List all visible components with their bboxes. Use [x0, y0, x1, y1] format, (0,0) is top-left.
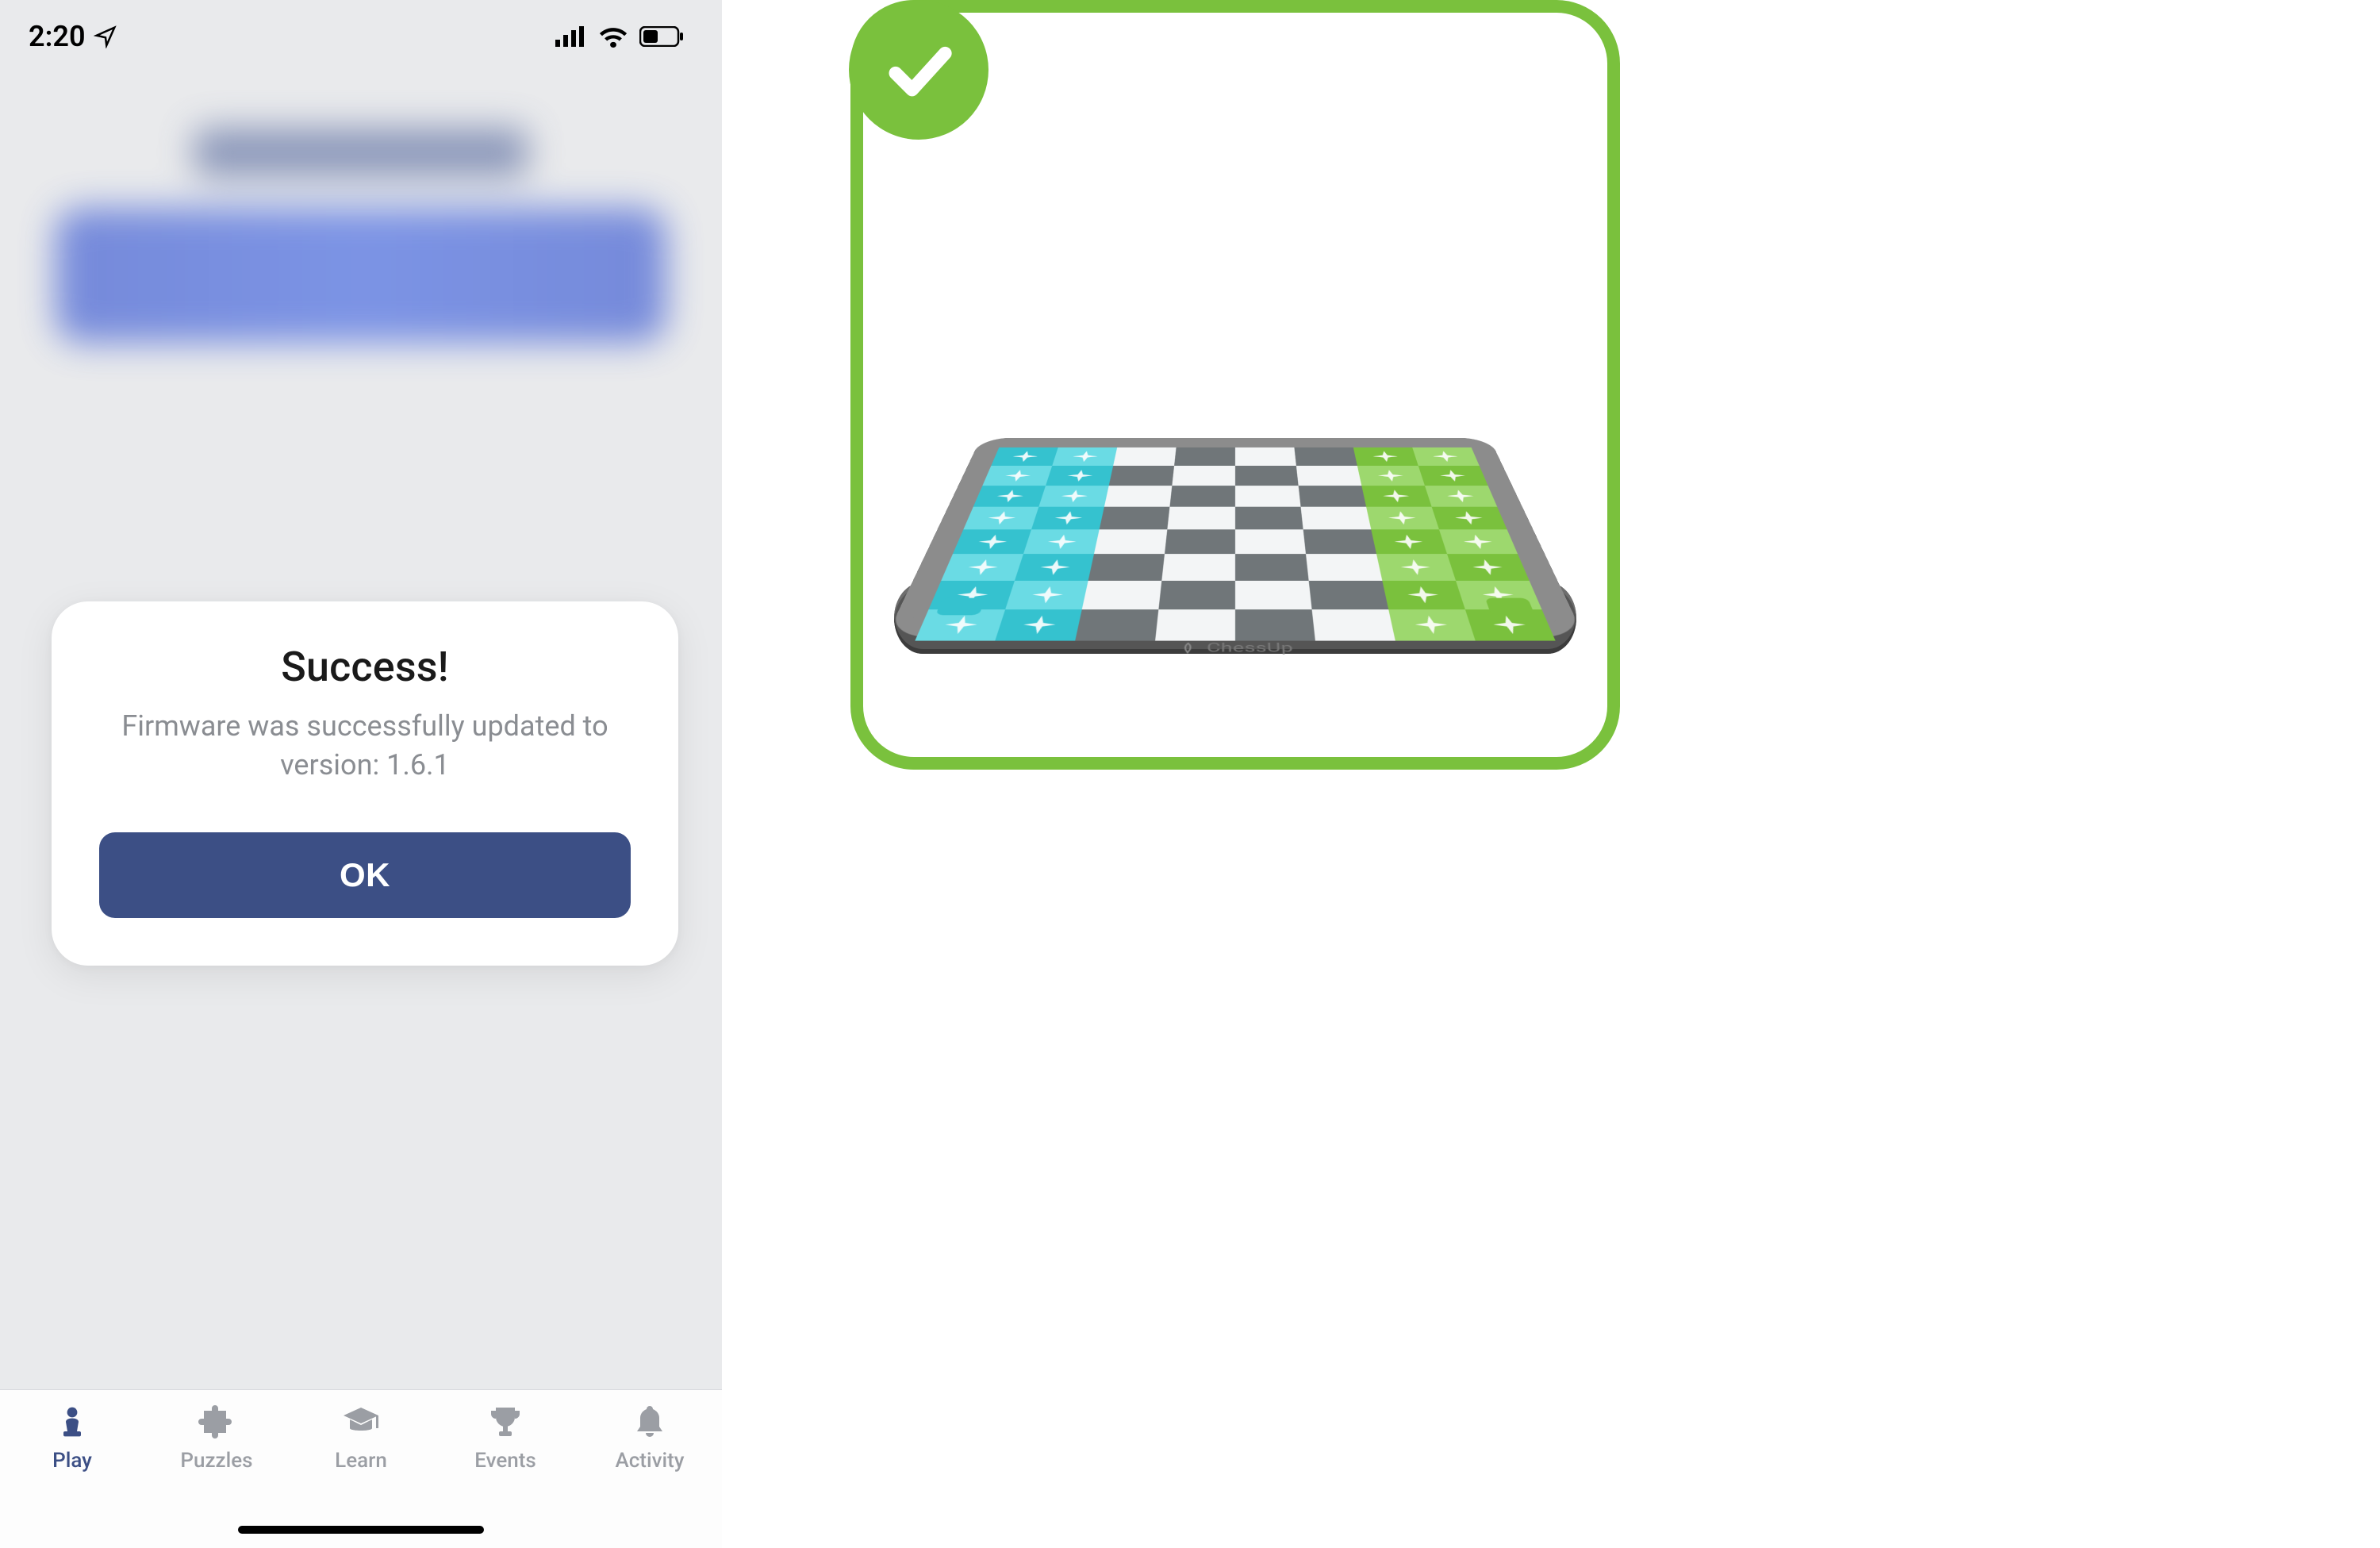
phone-screen: 2:20 — [0, 0, 722, 1548]
checkmark-badge — [849, 0, 988, 140]
home-indicator[interactable] — [238, 1526, 484, 1534]
tab-activity[interactable]: Activity — [578, 1403, 722, 1473]
tab-play-label: Play — [52, 1449, 92, 1473]
tab-events-label: Events — [474, 1449, 536, 1473]
tab-learn-label: Learn — [335, 1449, 387, 1473]
tab-puzzles[interactable]: Puzzles — [144, 1403, 289, 1473]
success-dialog: Success! Firmware was successfully updat… — [52, 601, 678, 966]
ok-button[interactable]: OK — [99, 832, 631, 918]
puzzle-icon — [198, 1403, 236, 1441]
cellular-signal-icon — [555, 26, 587, 47]
board-brand-label: ChessUp — [1207, 641, 1294, 655]
dialog-message: Firmware was successfully updated to ver… — [121, 707, 608, 785]
tab-puzzles-label: Puzzles — [180, 1449, 252, 1473]
tab-activity-label: Activity — [615, 1449, 684, 1473]
wifi-icon — [598, 25, 628, 48]
graduation-cap-icon — [342, 1403, 380, 1441]
trophy-icon — [486, 1403, 524, 1441]
tab-play[interactable]: Play — [0, 1403, 144, 1473]
status-bar: 2:20 — [0, 0, 722, 73]
bell-icon — [631, 1403, 669, 1441]
tab-bar: Play Puzzles Learn — [0, 1389, 722, 1548]
status-time: 2:20 — [29, 20, 86, 53]
chessboard-illustration: ChessUp — [906, 336, 1564, 654]
pawn-icon — [53, 1403, 91, 1441]
blurred-background — [0, 73, 722, 486]
tab-learn[interactable]: Learn — [289, 1403, 433, 1473]
tab-events[interactable]: Events — [433, 1403, 578, 1473]
location-icon — [94, 25, 117, 48]
battery-icon — [639, 26, 684, 47]
dialog-title: Success! — [281, 643, 448, 691]
board-success-card: ChessUp — [850, 0, 1620, 770]
